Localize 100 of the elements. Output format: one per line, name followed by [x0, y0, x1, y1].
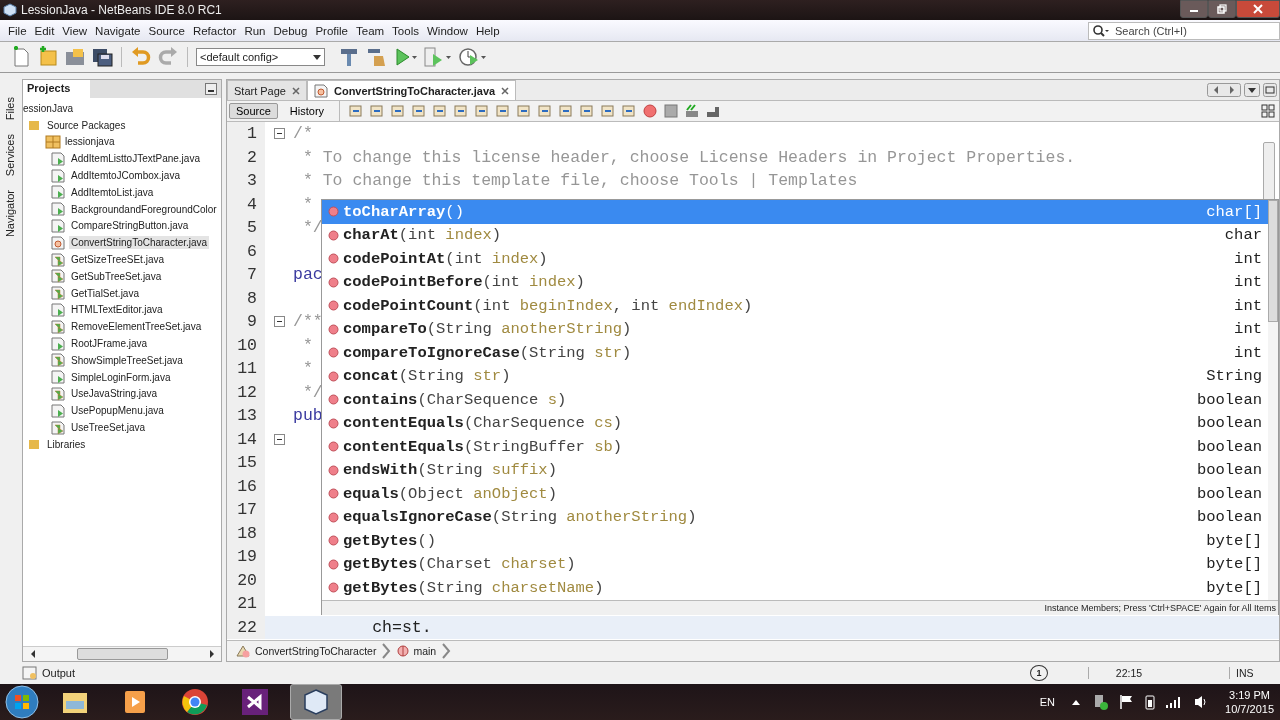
tree-item[interactable]: lessionjava: [65, 136, 115, 148]
tree-item[interactable]: GetSubTreeSet.java: [69, 269, 164, 283]
editor-tool-icon[interactable]: [495, 103, 512, 119]
menu-item[interactable]: Profile: [311, 24, 352, 37]
menu-item[interactable]: Navigate: [91, 24, 145, 37]
completion-item[interactable]: concat(String str) String: [322, 364, 1278, 388]
editor-tool-icon[interactable]: [348, 103, 365, 119]
tree-item[interactable]: CompareStringButton.java: [69, 219, 191, 233]
record-icon[interactable]: [642, 103, 659, 119]
side-tab[interactable]: Navigator: [3, 186, 17, 242]
close-icon[interactable]: [292, 86, 300, 95]
editor-tool-icon[interactable]: [600, 103, 617, 119]
breadcrumb[interactable]: ConvertStringToCharacter: [235, 644, 377, 658]
completion-item[interactable]: contentEquals(CharSequence cs) boolean: [322, 411, 1278, 435]
completion-item[interactable]: codePointAt(int index) int: [322, 247, 1278, 271]
scrollbar-thumb[interactable]: [1268, 200, 1278, 322]
editor-tab[interactable]: ConvertStringToCharacter.java: [307, 80, 517, 100]
editor-tool-icon[interactable]: [411, 103, 428, 119]
completion-item[interactable]: compareToIgnoreCase(String str) int: [322, 341, 1278, 365]
projects-tab[interactable]: Projects: [23, 80, 91, 98]
completion-item[interactable]: equalsIgnoreCase(String anotherString) boolean: [322, 505, 1278, 529]
menu-item[interactable]: Run: [240, 24, 270, 37]
minimize-button[interactable]: [1180, 0, 1208, 18]
menu-item[interactable]: Refactor: [188, 24, 241, 37]
fold-icon[interactable]: [273, 128, 285, 140]
fold-icon[interactable]: [273, 316, 285, 328]
restore-button[interactable]: [1208, 0, 1236, 18]
fold-icon[interactable]: [273, 433, 285, 445]
completion-item[interactable]: compareTo(String anotherString) int: [322, 317, 1278, 341]
grid-icon[interactable]: [1261, 104, 1275, 118]
menu-item[interactable]: Edit: [30, 24, 59, 37]
menu-item[interactable]: Help: [471, 24, 504, 37]
completion-item[interactable]: contentEquals(StringBuffer sb) boolean: [322, 435, 1278, 459]
tree-item[interactable]: UseTreeSet.java: [69, 421, 148, 435]
profile-icon[interactable]: [458, 46, 488, 68]
completion-item[interactable]: contains(CharSequence s) boolean: [322, 388, 1278, 412]
scroll-right-icon[interactable]: [207, 649, 215, 659]
configuration-dropdown[interactable]: <default config>: [196, 48, 325, 66]
completion-item[interactable]: getBytes(String charsetName) byte[]: [322, 576, 1278, 600]
menu-item[interactable]: Debug: [269, 24, 312, 37]
editor-tool-icon[interactable]: [558, 103, 575, 119]
tree-item[interactable]: UsePopupMenu.java: [69, 404, 166, 418]
editor-tool-icon[interactable]: [432, 103, 449, 119]
editor-tool-icon[interactable]: [537, 103, 554, 119]
stop-icon[interactable]: [663, 103, 680, 119]
output-tab[interactable]: Output: [0, 666, 76, 680]
breadcrumb[interactable]: main: [397, 645, 437, 657]
completion-item[interactable]: equals(Object anObject) boolean: [322, 482, 1278, 506]
search-field[interactable]: Search (Ctrl+I): [1088, 21, 1280, 40]
tree-item[interactable]: AddItemListtoJTextPane.java: [69, 152, 202, 166]
tab-navigation-icon[interactable]: [1207, 83, 1241, 97]
completion-item[interactable]: charAt(int index) char: [322, 223, 1278, 247]
side-tab[interactable]: Files: [3, 93, 17, 125]
menu-item[interactable]: File: [4, 24, 31, 37]
menu-item[interactable]: View: [58, 24, 92, 37]
scroll-left-icon[interactable]: [29, 649, 37, 659]
editor-tool-icon[interactable]: [474, 103, 491, 119]
taskbar-button[interactable]: [290, 684, 342, 720]
tree-item[interactable]: ShowSimpleTreeSet.java: [69, 353, 185, 367]
open-folder-icon[interactable]: [64, 46, 86, 68]
tree-item[interactable]: GetSizeTreeSEt.java: [69, 253, 166, 267]
tree-item[interactable]: SimpleLoginForm.java: [69, 370, 173, 384]
tree-item[interactable]: ConvertStringToCharacter.java: [69, 236, 210, 250]
language-indicator[interactable]: EN: [1039, 696, 1056, 708]
editor-tool-icon[interactable]: [579, 103, 596, 119]
tree-item[interactable]: Libraries: [47, 438, 86, 450]
completion-item[interactable]: codePointBefore(int index) int: [322, 270, 1278, 294]
clock[interactable]: 3:19 PM 10/7/2015: [1225, 688, 1274, 716]
tree-item[interactable]: BackgroundandForegroundColor: [69, 202, 219, 216]
menu-item[interactable]: Team: [352, 24, 389, 37]
editor-tool-icon[interactable]: [621, 103, 638, 119]
tree-item[interactable]: GetTialSet.java: [69, 286, 141, 300]
completion-item[interactable]: codePointCount(int beginIndex, int endIndex) int: [322, 294, 1278, 318]
new-project-icon[interactable]: [37, 46, 59, 68]
editor-tab[interactable]: Start Page: [227, 80, 307, 100]
scrollbar-thumb[interactable]: [76, 648, 168, 660]
completion-item[interactable]: getBytes() byte[]: [322, 529, 1278, 553]
tree-item[interactable]: AddItemtoJCombox.java: [69, 169, 182, 183]
tree-item[interactable]: essionJava: [23, 102, 74, 114]
caret-up-icon[interactable]: [1071, 698, 1082, 706]
menu-item[interactable]: Tools: [388, 24, 423, 37]
editor-tool-icon[interactable]: [453, 103, 470, 119]
tree-item[interactable]: RemoveElementTreeSet.java: [69, 320, 204, 334]
menu-item[interactable]: Source: [144, 24, 189, 37]
completion-item[interactable]: getBytes(Charset charset) byte[]: [322, 552, 1278, 576]
minimize-icon[interactable]: [205, 83, 217, 95]
tree-item[interactable]: UseJavaString.java: [69, 387, 160, 401]
editor-tool-icon[interactable]: [516, 103, 533, 119]
start-button[interactable]: [4, 684, 40, 720]
view-toggle[interactable]: Source: [229, 103, 278, 119]
comment-icon[interactable]: [684, 103, 701, 119]
editor-tool-icon[interactable]: [369, 103, 386, 119]
close-icon[interactable]: [501, 86, 510, 95]
maximize-icon[interactable]: [1263, 83, 1277, 97]
save-icon[interactable]: [91, 46, 113, 68]
search-icon[interactable]: [1092, 23, 1110, 38]
tree-item[interactable]: RootJFrame.java: [69, 337, 150, 351]
hammer-icon[interactable]: [338, 46, 360, 68]
view-toggle[interactable]: History: [282, 103, 332, 119]
completion-item[interactable]: endsWith(String suffix) boolean: [322, 458, 1278, 482]
